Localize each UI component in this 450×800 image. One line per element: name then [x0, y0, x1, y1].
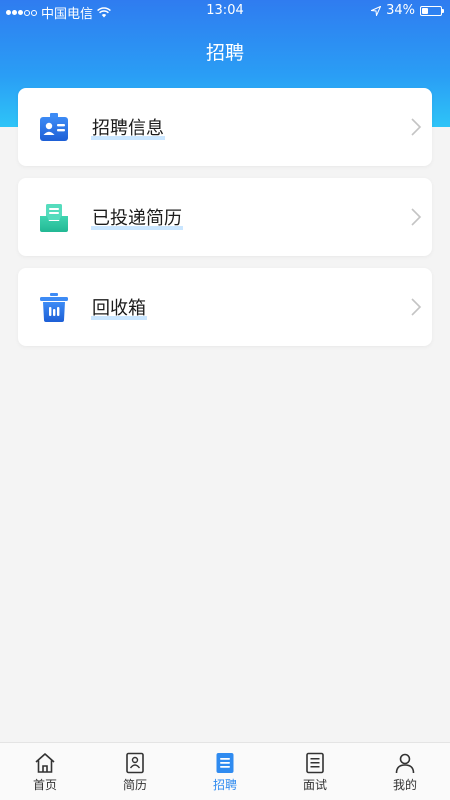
- person-icon: [395, 753, 415, 774]
- chevron-right-icon: [411, 208, 422, 226]
- home-icon: [35, 753, 55, 773]
- battery-icon: [420, 5, 444, 16]
- tab-label: 招聘: [212, 778, 237, 792]
- menu-item-submitted-resumes[interactable]: 已投递简历: [18, 178, 432, 256]
- tab-label: 我的: [392, 778, 417, 792]
- menu-item-label: 回收箱: [91, 268, 147, 346]
- page-title: 招聘: [205, 42, 244, 64]
- resume-icon: [126, 752, 144, 774]
- tab-home[interactable]: 首页: [0, 743, 90, 800]
- chevron-right-icon: [411, 298, 422, 316]
- status-right: 34%: [371, 3, 444, 18]
- location-arrow-icon: [371, 5, 382, 16]
- chevron-right-icon: [411, 118, 422, 136]
- menu-item-recruitment-info[interactable]: 招聘信息: [18, 88, 432, 166]
- menu-item-recycle-bin[interactable]: 回收箱: [18, 268, 432, 346]
- menu-item-label: 已投递简历: [91, 178, 183, 256]
- bottom-tab-bar: 首页 简历 招聘 面试 我的: [0, 742, 450, 800]
- inbox-tray-icon: [40, 204, 68, 232]
- trash-bin-icon: [40, 293, 68, 322]
- tab-label: 简历: [122, 778, 147, 792]
- battery-percent: 34%: [386, 3, 415, 18]
- tab-recruitment[interactable]: 招聘: [180, 743, 270, 800]
- tab-mine[interactable]: 我的: [360, 743, 450, 800]
- tab-label: 首页: [32, 778, 57, 792]
- document-icon: [306, 752, 324, 774]
- tab-resume[interactable]: 简历: [90, 743, 180, 800]
- tab-label: 面试: [302, 778, 327, 792]
- list-doc-icon: [216, 753, 234, 773]
- battery-level: [422, 7, 428, 14]
- menu-item-label: 招聘信息: [91, 88, 165, 166]
- tab-interview[interactable]: 面试: [270, 743, 360, 800]
- status-bar: 中国电信 13:04 34%: [0, 0, 450, 22]
- id-card-icon: [40, 113, 68, 141]
